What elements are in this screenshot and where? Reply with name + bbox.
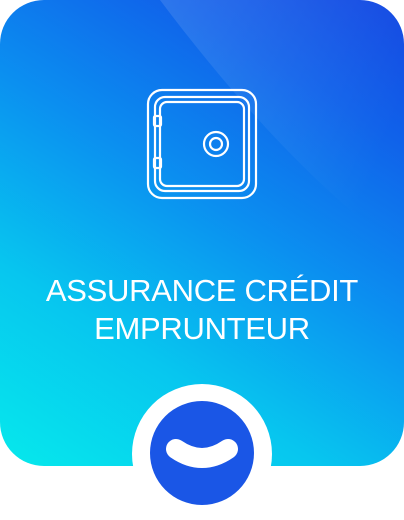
safe-icon	[146, 88, 258, 200]
chevron-down-icon	[166, 439, 238, 468]
card-title-line-2: EMPRUNTEUR	[94, 311, 310, 346]
card-title: ASSURANCE CRÉDIT EMPRUNTEUR	[0, 272, 404, 348]
card-title-line-1: ASSURANCE CRÉDIT	[45, 273, 359, 308]
stage: ASSURANCE CRÉDIT EMPRUNTEUR	[0, 0, 404, 520]
expand-button[interactable]	[150, 401, 254, 505]
